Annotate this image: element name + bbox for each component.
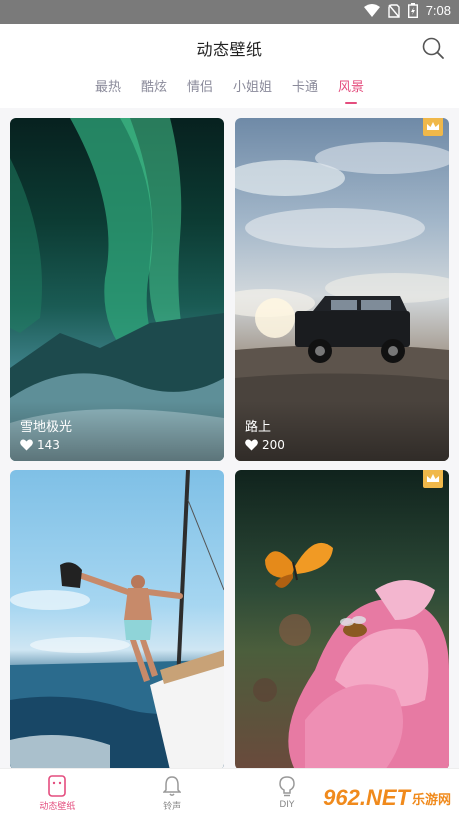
category-tabs: 最热 酷炫 情侣 小姐姐 卡通 风景 xyxy=(0,70,459,108)
premium-crown-icon xyxy=(423,470,443,488)
watermark-sub: 乐游网 xyxy=(411,791,451,807)
like-count: 143 xyxy=(37,438,60,452)
tab-cartoon[interactable]: 卡通 xyxy=(282,70,328,108)
heart-icon xyxy=(20,439,33,451)
page-title: 动态壁纸 xyxy=(196,40,263,59)
lightbulb-icon xyxy=(279,776,295,797)
battery-icon xyxy=(407,3,418,18)
wallpaper-card-sailboat[interactable] xyxy=(10,470,224,768)
nav-ringtone[interactable]: 铃声 xyxy=(115,769,230,817)
like-count: 200 xyxy=(262,438,285,452)
premium-crown-icon xyxy=(423,118,443,136)
wallpaper-card-road[interactable]: 路上 200 xyxy=(235,118,449,461)
card-likes: 200 xyxy=(245,438,285,452)
nav-live-wallpaper[interactable]: 动态壁纸 xyxy=(0,769,115,817)
bottom-nav: 动态壁纸 铃声 DIY 962.NET 乐游网 xyxy=(0,768,459,817)
card-title: 雪地极光 xyxy=(20,420,73,435)
status-icons: 7:08 xyxy=(363,3,451,18)
site-watermark: 962.NET 乐游网 xyxy=(323,785,451,811)
sailboat-image xyxy=(10,470,224,768)
wallpaper-grid: 雪地极光 143 路上 200 xyxy=(0,108,459,768)
backpack xyxy=(60,562,82,588)
heart-icon xyxy=(245,439,258,451)
butterfly-flower-image xyxy=(253,542,449,768)
no-sim-icon xyxy=(387,3,400,18)
search-icon[interactable] xyxy=(421,36,445,60)
status-bar: 7:08 xyxy=(0,0,459,24)
card-likes: 143 xyxy=(20,438,60,452)
watermark-brand: 962.NET xyxy=(323,785,410,810)
tab-scenery[interactable]: 风景 xyxy=(328,70,374,108)
phone-wallpaper-icon xyxy=(48,774,67,797)
wifi-icon xyxy=(363,3,380,17)
nav-label: 动态壁纸 xyxy=(39,801,76,812)
tab-hot[interactable]: 最热 xyxy=(85,70,131,108)
app-header: 动态壁纸 xyxy=(0,24,459,70)
clock-time: 7:08 xyxy=(425,3,451,18)
card-title: 路上 xyxy=(245,420,272,435)
bell-icon xyxy=(163,775,182,796)
tab-girls[interactable]: 小姐姐 xyxy=(223,70,282,108)
wallpaper-card-aurora[interactable]: 雪地极光 143 xyxy=(10,118,224,461)
tab-cool[interactable]: 酷炫 xyxy=(131,70,177,108)
wallpaper-card-butterfly[interactable] xyxy=(235,470,449,768)
butterfly-icon xyxy=(265,542,333,588)
tab-couple[interactable]: 情侣 xyxy=(177,70,223,108)
nav-label: 铃声 xyxy=(163,801,182,812)
nav-label: DIY xyxy=(279,800,295,810)
